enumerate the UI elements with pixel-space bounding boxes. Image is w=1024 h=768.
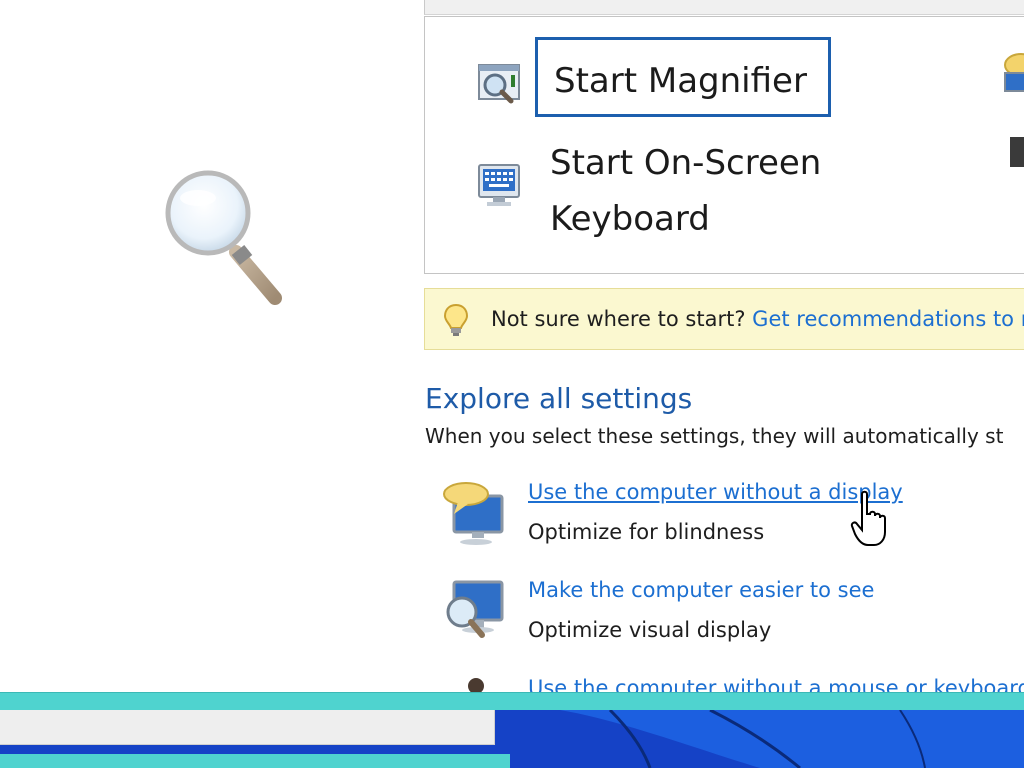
speech-bubble-monitor-icon [440, 480, 512, 546]
window-top-band [424, 0, 1024, 15]
magnifier-monitor-icon [440, 578, 512, 644]
narrator-icon[interactable] [999, 51, 1024, 97]
tip-text: Not sure where to start? Get recommendat… [491, 307, 1024, 331]
magnifier-app-icon[interactable] [475, 57, 525, 107]
start-on-screen-keyboard-button[interactable]: Start On-Screen Keyboard [550, 135, 870, 247]
ease-of-access-magnifier-icon [160, 168, 290, 313]
get-recommendations-link[interactable]: Get recommendations to m [752, 307, 1024, 331]
hand-cursor-icon [850, 490, 890, 550]
setting-item-easier-to-see[interactable]: Make the computer easier to see Optimize… [440, 578, 1024, 658]
lightbulb-icon [443, 303, 469, 337]
setting-item-without-display[interactable]: Use the computer without a display Optim… [440, 480, 1024, 560]
high-contrast-icon[interactable] [1010, 137, 1024, 167]
tip-question: Not sure where to start? [491, 307, 746, 331]
window-bottom-bar [0, 692, 1024, 711]
explore-all-settings-heading: Explore all settings [425, 382, 693, 415]
optimize-visual-text: Optimize visual display [528, 618, 772, 642]
optimize-blindness-text: Optimize for blindness [528, 520, 765, 544]
desktop-background [0, 710, 1024, 768]
make-easier-to-see-link[interactable]: Make the computer easier to see [528, 578, 874, 602]
start-magnifier-button[interactable]: Start Magnifier [554, 53, 807, 109]
taskbar-strip [0, 754, 510, 768]
use-without-display-link[interactable]: Use the computer without a display [528, 480, 903, 504]
quick-access-panel: Start Magnifier Start On-Screen Keyboard [424, 16, 1024, 274]
on-screen-keyboard-icon[interactable] [475, 161, 525, 211]
explore-description: When you select these settings, they wil… [425, 424, 1004, 448]
tip-bar: Not sure where to start? Get recommendat… [424, 288, 1024, 350]
taskbar-search-box[interactable] [0, 710, 495, 745]
